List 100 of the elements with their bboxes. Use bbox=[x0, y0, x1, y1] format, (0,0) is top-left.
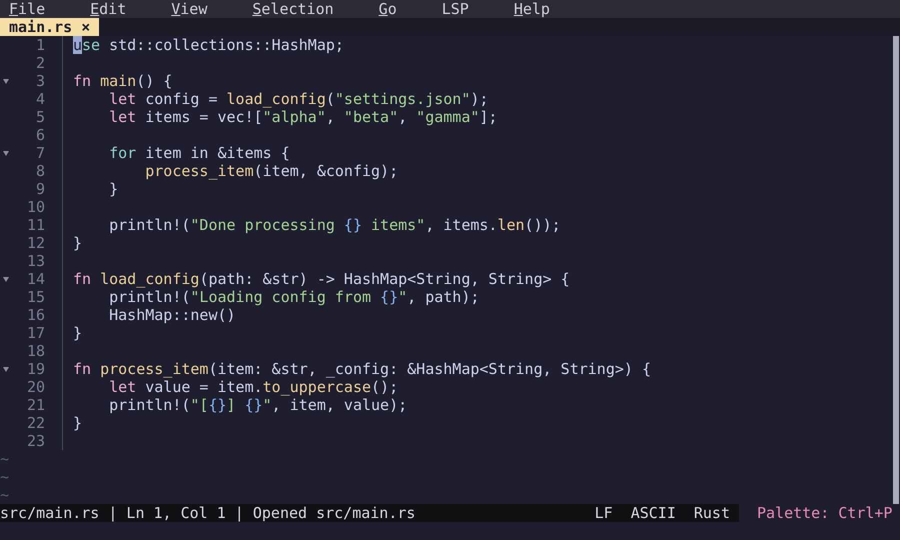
keyword-text: let bbox=[109, 108, 136, 126]
line-number: 23 bbox=[26, 432, 45, 450]
code-text: (path: &str) -> HashMap<String, String> { bbox=[199, 270, 570, 288]
keyword-text: let bbox=[109, 90, 136, 108]
line-number: 9 bbox=[34, 180, 45, 198]
format-braces: {} bbox=[380, 288, 398, 306]
menu-item[interactable]: Help bbox=[514, 0, 550, 18]
line-number: 8 bbox=[34, 162, 45, 180]
code-text: ]; bbox=[479, 108, 498, 126]
line-number: 13 bbox=[26, 252, 45, 270]
code-text: println!( bbox=[109, 216, 190, 234]
line-number: 18 bbox=[26, 342, 45, 360]
code-text: println!( bbox=[109, 396, 190, 414]
string-literal: "beta" bbox=[344, 108, 398, 126]
keyword-text: se bbox=[82, 36, 100, 54]
format-braces: {} bbox=[208, 396, 227, 414]
empty-line-marker: ~ bbox=[0, 486, 10, 504]
code-text: ()); bbox=[524, 216, 561, 234]
line-number: 6 bbox=[34, 126, 45, 144]
code-text: , item, value); bbox=[272, 396, 408, 414]
scrollbar[interactable] bbox=[893, 36, 899, 504]
string-literal: items" bbox=[370, 216, 426, 234]
string-literal: "alpha" bbox=[262, 108, 326, 126]
line-number: 12 bbox=[26, 234, 45, 252]
code-text: config = bbox=[144, 90, 218, 108]
menu-item[interactable]: View bbox=[171, 0, 208, 18]
status-message: src/main.rs | Ln 1, Col 1 | Opened src/main.rs bbox=[0, 504, 416, 522]
string-literal: "Loading config from bbox=[190, 288, 372, 306]
function-name: main bbox=[100, 72, 136, 90]
line-number: 20 bbox=[26, 378, 45, 396]
line-number: 16 bbox=[26, 306, 45, 324]
code-text: (item: &str, _config: &HashMap<String, String>) { bbox=[208, 360, 651, 378]
code-text: (item, &config); bbox=[254, 162, 398, 180]
fold-icon[interactable] bbox=[3, 276, 9, 282]
string-literal: "Done processing bbox=[190, 216, 336, 234]
keyword-text: let bbox=[109, 378, 136, 396]
line-number: 10 bbox=[26, 198, 45, 216]
function-name: process_item bbox=[100, 360, 208, 378]
menu-item[interactable]: File bbox=[9, 0, 46, 18]
line-ending: LF bbox=[594, 504, 613, 522]
code-text: , path); bbox=[407, 288, 480, 306]
function-name: load_config bbox=[226, 90, 326, 108]
code-text: , bbox=[398, 108, 408, 126]
line-number: 2 bbox=[34, 54, 45, 72]
encoding: ASCII bbox=[630, 504, 676, 522]
code-text: items = vec![ bbox=[144, 108, 263, 126]
code-text: } bbox=[73, 234, 82, 252]
line-number: 1 bbox=[34, 36, 45, 54]
empty-line-marker: ~ bbox=[0, 450, 10, 468]
line-number: 17 bbox=[26, 324, 45, 342]
menu-item[interactable]: Selection bbox=[252, 0, 334, 18]
string-literal: "settings.json" bbox=[334, 90, 470, 108]
line-number: 15 bbox=[26, 288, 45, 306]
fold-icon[interactable] bbox=[3, 366, 9, 372]
keyword-text: for bbox=[109, 144, 136, 162]
empty-line-marker: ~ bbox=[0, 468, 10, 486]
line-number: 5 bbox=[34, 108, 45, 126]
format-braces: {} bbox=[344, 216, 362, 234]
menu-item[interactable]: Go bbox=[378, 0, 397, 18]
text-cursor: u bbox=[73, 36, 82, 54]
string-literal: " bbox=[398, 288, 408, 306]
function-name: load_config bbox=[100, 270, 200, 288]
code-text: println!( bbox=[109, 288, 190, 306]
code-text: std::collections::HashMap; bbox=[108, 36, 344, 54]
function-name: len bbox=[497, 216, 525, 234]
code-text: ( bbox=[326, 90, 335, 108]
code-text: } bbox=[73, 324, 82, 342]
code-text: ); bbox=[470, 90, 488, 108]
code-text: } bbox=[109, 180, 118, 198]
line-number: 14 bbox=[26, 270, 45, 288]
format-braces: {} bbox=[244, 396, 263, 414]
line-number: 19 bbox=[26, 360, 45, 378]
code-text: , items. bbox=[425, 216, 498, 234]
close-button[interactable]: × bbox=[81, 18, 90, 36]
line-number: 21 bbox=[26, 396, 45, 414]
line-number: 7 bbox=[34, 144, 45, 162]
string-literal: "gamma" bbox=[416, 108, 480, 126]
fold-icon[interactable] bbox=[3, 78, 9, 84]
palette-hint: Palette: Ctrl+P bbox=[756, 504, 894, 522]
function-name: process_item bbox=[145, 162, 254, 180]
fold-icon[interactable] bbox=[3, 150, 9, 156]
function-name: to_uppercase bbox=[262, 378, 372, 396]
keyword-text: fn bbox=[73, 360, 92, 378]
code-text: } bbox=[73, 414, 82, 432]
code-text: , bbox=[326, 108, 336, 126]
string-literal: "[ bbox=[190, 396, 208, 414]
code-text: HashMap::new() bbox=[109, 306, 236, 324]
line-number: 11 bbox=[26, 216, 45, 234]
string-literal: " bbox=[262, 396, 272, 414]
code-text: () { bbox=[136, 72, 172, 90]
file-tab[interactable]: main.rs × bbox=[0, 18, 100, 36]
code-text: (); bbox=[371, 378, 398, 396]
line-number: 4 bbox=[34, 90, 45, 108]
keyword-text: fn bbox=[73, 270, 92, 288]
code-text: value = item. bbox=[144, 378, 263, 396]
string-literal: ] bbox=[226, 396, 237, 414]
menu-item[interactable]: Edit bbox=[90, 0, 126, 18]
code-text: item in &items { bbox=[144, 144, 290, 162]
keyword-text: fn bbox=[73, 72, 92, 90]
menu-item[interactable]: LSP bbox=[442, 0, 469, 18]
